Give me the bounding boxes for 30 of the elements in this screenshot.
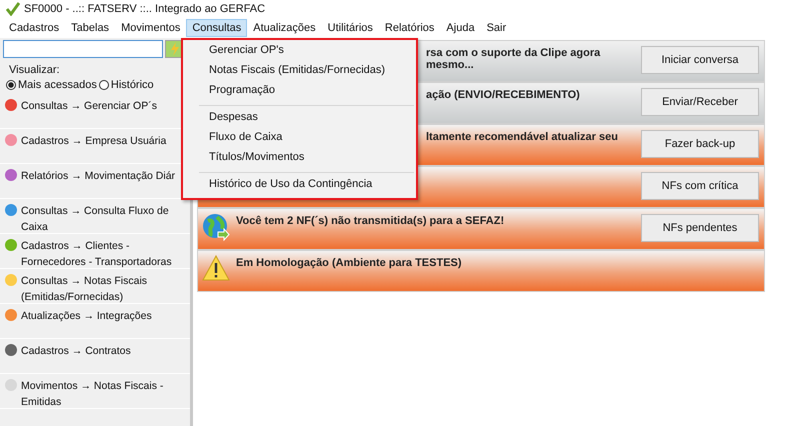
search-field[interactable] [3, 40, 163, 58]
radio-label: Mais acessados [18, 79, 97, 91]
radio-button[interactable] [6, 80, 16, 90]
menu-item[interactable]: Atualizações [247, 19, 322, 37]
action-button[interactable]: Iniciar conversa [641, 46, 759, 74]
menu-item[interactable]: Relatórios [378, 19, 440, 37]
action-button[interactable]: NFs com crítica [641, 172, 759, 200]
notification-text: Você tem 2 NF(´s) não transmitida(s) para a SEFAZ! [236, 214, 506, 227]
menu-item[interactable]: Sair [480, 19, 512, 37]
menu-item[interactable]: Movimentos [115, 19, 186, 37]
menu-item[interactable]: Cadastros [3, 19, 66, 37]
action-button[interactable]: Fazer back-up [641, 130, 759, 158]
menu-item[interactable]: Tabelas [65, 19, 116, 37]
notification-text: Em Homologação (Ambiente para TESTES) [236, 256, 463, 269]
menu-item[interactable]: Notas Fiscais (Emitidas/Fornecidas) [183, 62, 416, 82]
action-button[interactable]: NFs pendentes [641, 214, 759, 242]
notification-text: ltamente recomendável atualizar seu [426, 130, 619, 143]
view-label: Visualizar: [8, 64, 61, 76]
menu-item[interactable]: Utilitários [322, 19, 379, 37]
radio-label: Histórico [110, 79, 154, 91]
menu-item[interactable]: Ajuda [440, 19, 481, 37]
menu-item[interactable]: Consultas [186, 19, 248, 37]
radio-button[interactable] [98, 80, 109, 90]
check-logo-icon [6, 2, 20, 16]
notification-text: ação (ENVIO/RECEBIMENTO) [426, 88, 581, 101]
action-button[interactable]: Enviar/Receber [641, 88, 759, 116]
notification-text: rsa com o suporte da Clipe agora mesmo... [426, 46, 602, 71]
warning-icon [202, 255, 230, 281]
window-title: SF0000 - ..:: FATSERV ::.. Integrado ao GERFAC [24, 3, 266, 15]
menu-item[interactable]: Gerenciar OP's [183, 42, 416, 62]
